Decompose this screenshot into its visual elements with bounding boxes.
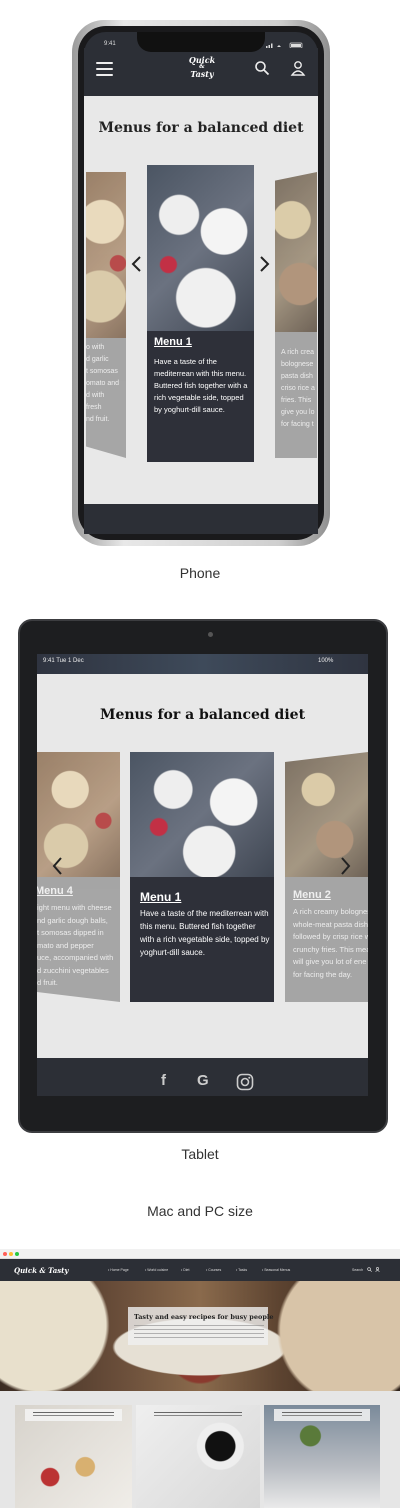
menu-card-image	[130, 752, 274, 877]
desktop-logo[interactable]: Quick & Tasty	[14, 1266, 68, 1275]
carousel-prev-icon[interactable]	[129, 255, 145, 273]
phone-page-title: Menus for a balanced diet	[98, 120, 304, 136]
carousel-prev-icon[interactable]	[50, 856, 66, 876]
menu-card-image	[285, 752, 368, 877]
tablet-status-bar	[37, 654, 368, 674]
menu-card-image	[86, 172, 126, 338]
menu-card-image	[147, 165, 254, 331]
phone-status-time: 9:41	[104, 41, 116, 47]
carousel-next-icon[interactable]	[256, 255, 272, 273]
menu-card-description: Have a taste of the mediterrean with thi…	[140, 909, 270, 957]
menu-card-heading[interactable]: Menu 4	[37, 885, 73, 897]
user-icon[interactable]	[290, 60, 306, 76]
phone-status-icons	[266, 42, 303, 48]
menu-card-description: Have a taste of the mediterrean with thi…	[154, 357, 248, 414]
logo-line-tasty: Tasty	[190, 69, 214, 79]
tablet-menu-card-center[interactable]: Menu 1 Have a taste of the mediterrean w…	[130, 752, 274, 1002]
menu-card-text: A rich crea bolognese pasta dish criso rice…	[281, 349, 315, 428]
hero-description-lines	[134, 1325, 264, 1341]
google-icon[interactable]: G	[197, 1072, 213, 1089]
desktop-tile-spices[interactable]	[15, 1405, 132, 1508]
tablet-menu-card-right[interactable]: Menu 2 A rich creamy bolognes whole-meat …	[285, 752, 368, 1002]
phone-caption: Phone	[179, 565, 221, 581]
hero-title: Tasty and easy recipes for busy people	[134, 1313, 274, 1321]
search-icon[interactable]	[367, 1267, 372, 1272]
tablet-status-battery: 100%	[318, 658, 334, 664]
phone-footer	[84, 504, 318, 534]
phone-menu-card-left[interactable]: o with d garlic t somosas omato and d with fr…	[86, 172, 126, 458]
tablet-caption: Tablet	[181, 1146, 219, 1162]
search-icon[interactable]	[254, 60, 270, 76]
nav-item-diet[interactable]: • Diet	[181, 1268, 189, 1272]
tile-caption-lines	[274, 1409, 370, 1421]
menu-card-image	[275, 172, 317, 332]
maximize-window-icon[interactable]	[15, 1252, 19, 1256]
carousel-next-icon[interactable]	[337, 856, 353, 876]
facebook-icon[interactable]: f	[161, 1072, 175, 1089]
menu-card-text: ight menu with cheese nd garlic dough bal…	[37, 903, 114, 987]
desktop-tile-coffee[interactable]	[136, 1405, 260, 1508]
desktop-tile-herbs[interactable]	[264, 1405, 380, 1508]
user-icon[interactable]	[375, 1267, 380, 1272]
nav-item-courses[interactable]: • Courses	[206, 1268, 221, 1272]
instagram-icon[interactable]	[236, 1073, 254, 1091]
phone-logo[interactable]: Quick & Tasty	[182, 56, 222, 78]
desktop-search-label[interactable]: Search	[352, 1268, 363, 1272]
tile-caption-lines	[25, 1409, 122, 1421]
minimize-window-icon[interactable]	[9, 1252, 13, 1256]
desktop-caption: Mac and PC size	[147, 1203, 253, 1219]
menu-card-heading[interactable]: Menu 1	[140, 890, 181, 904]
nav-item-home[interactable]: • Home Page	[108, 1268, 129, 1272]
hamburger-menu-icon[interactable]	[96, 62, 113, 76]
desktop-hero-textbox: Tasty and easy recipes for busy people	[128, 1307, 273, 1345]
tile-caption-lines	[146, 1409, 250, 1421]
nav-item-tasks[interactable]: • Tasks	[236, 1268, 247, 1272]
menu-card-heading[interactable]: Menu 1	[154, 336, 192, 348]
close-window-icon[interactable]	[3, 1252, 7, 1256]
phone-menu-card-right[interactable]: A rich crea bolognese pasta dish criso rice…	[275, 172, 317, 458]
phone-menu-card-center[interactable]: Menu 1 Have a taste of the mediterrean w…	[147, 165, 254, 462]
tablet-menu-card-left[interactable]: Menu 4 ight menu with cheese nd garlic do…	[37, 752, 120, 1002]
menu-card-heading[interactable]: Menu 2	[293, 889, 331, 901]
tablet-camera	[208, 632, 213, 637]
phone-notch	[137, 32, 265, 52]
browser-chrome	[0, 1249, 400, 1259]
menu-card-text: A rich creamy bolognes whole-meat pasta d…	[293, 907, 368, 979]
nav-item-seasonal-menus[interactable]: • Seasonal Menus	[262, 1268, 290, 1272]
menu-card-text: o with d garlic t somosas omato and d with fr…	[86, 344, 120, 423]
nav-item-world-cuisine[interactable]: • World cuisine	[145, 1268, 168, 1272]
tablet-status-time: 9:41 Tue 1 Dec	[43, 658, 84, 664]
tablet-page-title: Menus for a balanced diet	[99, 707, 306, 723]
